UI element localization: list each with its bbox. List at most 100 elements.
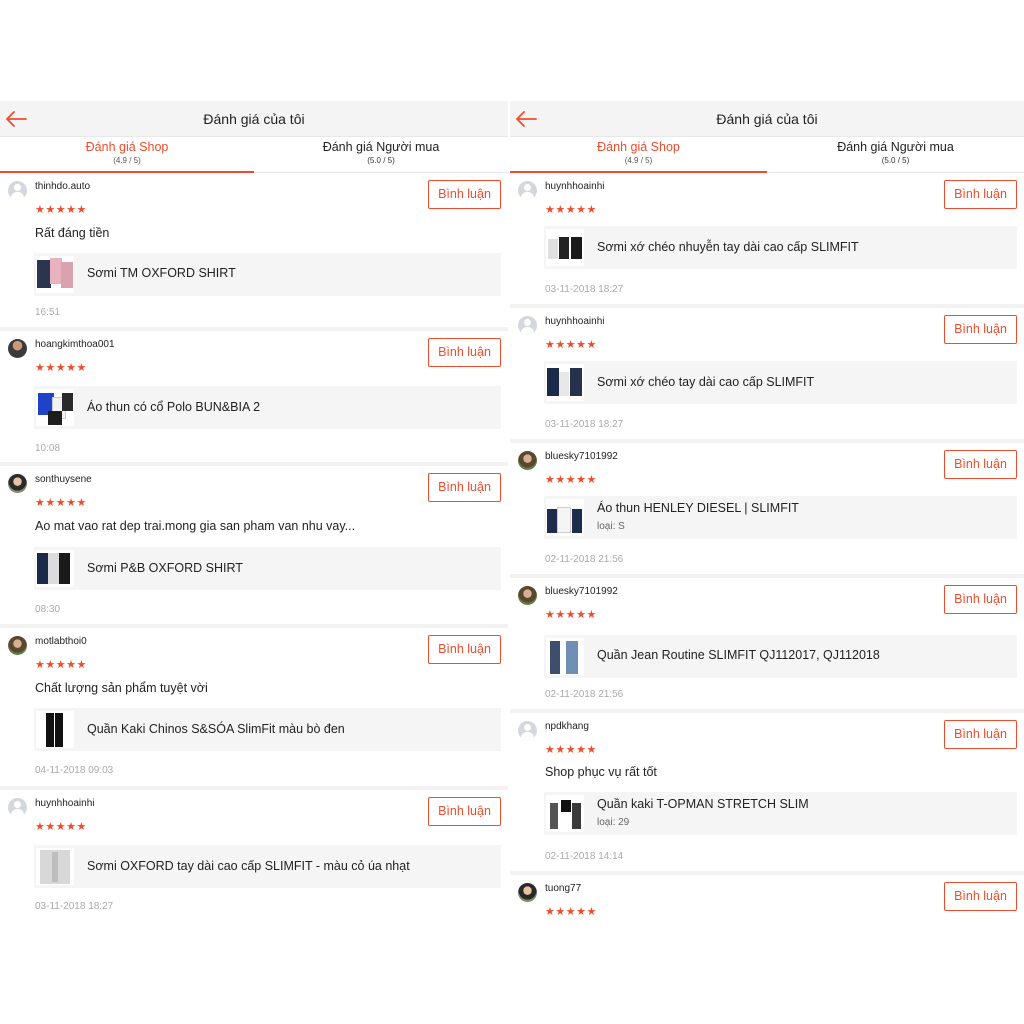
product-name: Sơmi TM OXFORD SHIRT bbox=[87, 266, 236, 280]
star-rating: ★★★★★ bbox=[35, 204, 87, 216]
star-rating: ★★★★★ bbox=[545, 609, 597, 621]
review-item: hoangkimthoa001 ★★★★★ Bình luận Áo thun … bbox=[0, 331, 508, 466]
review-time: 03-11-2018 18:27 bbox=[545, 419, 624, 430]
star-rating: ★★★★★ bbox=[35, 497, 87, 509]
product-variant: loại: S bbox=[597, 521, 625, 532]
comment-button[interactable]: Bình luận bbox=[428, 473, 501, 502]
product-name: Sơmi P&B OXFORD SHIRT bbox=[87, 561, 243, 575]
product-name: Áo thun có cổ Polo BUN&BIA 2 bbox=[87, 400, 261, 414]
product-name: Sơmi xớ chéo nhuyễn tay dài cao cấp SLIM… bbox=[597, 240, 859, 254]
star-rating: ★★★★★ bbox=[545, 339, 597, 351]
comment-button[interactable]: Bình luận bbox=[944, 720, 1017, 749]
review-item: bluesky7101992 ★★★★★ Bình luận Quần Jean… bbox=[510, 578, 1024, 713]
product-card[interactable]: Sơmi xớ chéo nhuyễn tay dài cao cấp SLIM… bbox=[544, 226, 1017, 269]
app-header: Đánh giá của tôi bbox=[0, 101, 508, 137]
product-thumbnail bbox=[36, 389, 74, 426]
product-card[interactable]: Quần kaki T-OPMAN STRETCH SLIM loại: 29 bbox=[544, 792, 1017, 835]
comment-button[interactable]: Bình luận bbox=[944, 450, 1017, 479]
product-thumbnail bbox=[36, 550, 74, 587]
review-text: Chất lượng sản phẩm tuyệt vời bbox=[35, 681, 208, 695]
back-arrow-icon[interactable] bbox=[4, 109, 28, 129]
product-name: Quần Kaki Chinos S&SÓA SlimFit màu bò đe… bbox=[87, 722, 345, 736]
review-list: thinhdo.auto ★★★★★ Bình luận Rất đáng ti… bbox=[0, 173, 508, 921]
username: bluesky7101992 bbox=[545, 451, 618, 462]
review-item: huynhhoainhi ★★★★★ Bình luận Sơmi xớ ché… bbox=[510, 173, 1024, 308]
review-text: Ao mat vao rat dep trai.mong gia san pha… bbox=[35, 519, 356, 533]
review-item: huynhhoainhi ★★★★★ Bình luận Sơmi OXFORD… bbox=[0, 790, 508, 921]
product-thumbnail bbox=[36, 256, 74, 293]
username: thinhdo.auto bbox=[35, 181, 91, 192]
product-card[interactable]: Sơmi TM OXFORD SHIRT bbox=[34, 253, 501, 296]
star-rating: ★★★★★ bbox=[545, 204, 597, 216]
review-item: huynhhoainhi ★★★★★ Bình luận Sơmi xớ ché… bbox=[510, 308, 1024, 443]
default-avatar-icon bbox=[518, 316, 537, 335]
username: bluesky7101992 bbox=[545, 586, 618, 597]
star-rating: ★★★★★ bbox=[35, 821, 87, 833]
tab-label: Đánh giá Shop bbox=[597, 140, 680, 154]
comment-button[interactable]: Bình luận bbox=[944, 882, 1017, 911]
default-avatar-icon bbox=[8, 798, 27, 817]
review-time: 03-11-2018 18:27 bbox=[35, 901, 114, 912]
review-text: Shop phục vụ rất tốt bbox=[545, 765, 657, 779]
default-avatar-icon bbox=[518, 721, 537, 740]
username: huynhhoainhi bbox=[545, 181, 605, 192]
product-card[interactable]: Sơmi OXFORD tay dài cao cấp SLIMFIT - mà… bbox=[34, 845, 501, 888]
tab-buyer-reviews[interactable]: Đánh giá Người mua (5.0 / 5) bbox=[767, 137, 1024, 172]
product-name: Quần Jean Routine SLIMFIT QJ112017, QJ11… bbox=[597, 648, 880, 662]
comment-button[interactable]: Bình luận bbox=[428, 338, 501, 367]
product-thumbnail bbox=[546, 638, 584, 675]
tab-buyer-reviews[interactable]: Đánh giá Người mua (5.0 / 5) bbox=[254, 137, 508, 172]
username: huynhhoainhi bbox=[35, 798, 95, 809]
review-time: 02-11-2018 14:14 bbox=[545, 851, 624, 862]
tab-label: Đánh giá Shop bbox=[85, 140, 169, 154]
product-name: Quần kaki T-OPMAN STRETCH SLIM bbox=[597, 797, 809, 811]
username: npdkhang bbox=[545, 721, 589, 732]
product-thumbnail bbox=[546, 499, 584, 536]
back-arrow-icon[interactable] bbox=[514, 109, 538, 129]
product-name: Sơmi xớ chéo tay dài cao cấp SLIMFIT bbox=[597, 375, 815, 389]
tab-bar: Đánh giá Shop (4.9 / 5) Đánh giá Người m… bbox=[0, 137, 508, 173]
default-avatar-icon bbox=[518, 181, 537, 200]
product-card[interactable]: Quần Kaki Chinos S&SÓA SlimFit màu bò đe… bbox=[34, 708, 501, 751]
comment-button[interactable]: Bình luận bbox=[428, 180, 501, 209]
app-header: Đánh giá của tôi bbox=[510, 101, 1024, 137]
review-time: 16:51 bbox=[35, 307, 61, 318]
username: huynhhoainhi bbox=[545, 316, 605, 327]
page-title: Đánh giá của tôi bbox=[716, 111, 818, 127]
review-item: bluesky7101992 ★★★★★ Bình luận Áo thun H… bbox=[510, 443, 1024, 578]
tab-shop-reviews[interactable]: Đánh giá Shop (4.9 / 5) bbox=[510, 137, 767, 173]
product-card[interactable]: Áo thun có cổ Polo BUN&BIA 2 bbox=[34, 386, 501, 429]
star-rating: ★★★★★ bbox=[545, 906, 597, 918]
star-rating: ★★★★★ bbox=[35, 362, 87, 374]
comment-button[interactable]: Bình luận bbox=[944, 180, 1017, 209]
product-variant: loại: 29 bbox=[597, 817, 630, 828]
user-avatar-icon bbox=[8, 339, 27, 358]
product-name: Áo thun HENLEY DIESEL | SLIMFIT bbox=[597, 501, 799, 515]
default-avatar-icon bbox=[8, 181, 27, 200]
review-item: motlabthoi0 ★★★★★ Bình luận Chất lượng s… bbox=[0, 628, 508, 790]
tab-score: (4.9 / 5) bbox=[624, 156, 653, 165]
comment-button[interactable]: Bình luận bbox=[428, 635, 501, 664]
product-card[interactable]: Quần Jean Routine SLIMFIT QJ112017, QJ11… bbox=[544, 635, 1017, 678]
comment-button[interactable]: Bình luận bbox=[944, 315, 1017, 344]
tab-label: Đánh giá Người mua bbox=[322, 140, 440, 154]
comment-button[interactable]: Bình luận bbox=[428, 797, 501, 826]
product-card[interactable]: Sơmi P&B OXFORD SHIRT bbox=[34, 547, 501, 590]
product-card[interactable]: Sơmi xớ chéo tay dài cao cấp SLIMFIT bbox=[544, 361, 1017, 404]
page-title: Đánh giá của tôi bbox=[203, 111, 305, 127]
review-time: 04-11-2018 09:03 bbox=[35, 765, 114, 776]
product-card[interactable]: Áo thun HENLEY DIESEL | SLIMFIT loại: S bbox=[544, 496, 1017, 539]
tab-score: (4.9 / 5) bbox=[113, 156, 141, 165]
review-item: thinhdo.auto ★★★★★ Bình luận Rất đáng ti… bbox=[0, 173, 508, 331]
user-avatar-icon bbox=[518, 883, 537, 902]
comment-button[interactable]: Bình luận bbox=[944, 585, 1017, 614]
review-time: 02-11-2018 21:56 bbox=[545, 689, 624, 700]
reviews-panel-left: Đánh giá của tôi Đánh giá Shop (4.9 / 5)… bbox=[0, 101, 508, 921]
user-avatar-icon bbox=[518, 451, 537, 470]
review-text: Rất đáng tiền bbox=[35, 226, 110, 240]
review-item: sonthuysene ★★★★★ Bình luận Ao mat vao r… bbox=[0, 466, 508, 628]
star-rating: ★★★★★ bbox=[545, 474, 597, 486]
tab-shop-reviews[interactable]: Đánh giá Shop (4.9 / 5) bbox=[0, 137, 254, 173]
review-list: huynhhoainhi ★★★★★ Bình luận Sơmi xớ ché… bbox=[510, 173, 1024, 921]
review-time: 08:30 bbox=[35, 604, 61, 615]
